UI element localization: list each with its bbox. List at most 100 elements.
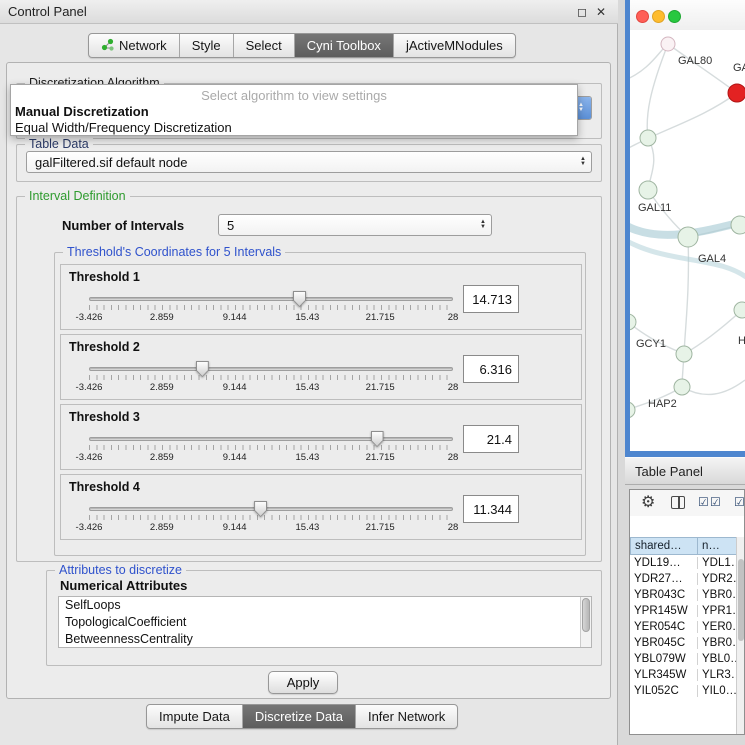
gear-icon[interactable]: ⚙ xyxy=(641,493,655,513)
table-cell[interactable]: YIL0… xyxy=(698,685,738,697)
checkbox-icon[interactable]: ☑ xyxy=(734,494,745,510)
table-data-combobox[interactable]: galFiltered.sif default node ▲▼ xyxy=(26,151,592,173)
slider-track[interactable] xyxy=(89,367,453,371)
threshold-4-slider[interactable]: -3.4262.8599.14415.4321.71528 xyxy=(89,499,453,537)
slider-handle[interactable] xyxy=(293,291,306,307)
table-cell[interactable]: YPR145W xyxy=(630,605,698,617)
table-row[interactable]: YDL19…YDL1… xyxy=(630,555,738,571)
node-label-gal11: GAL11 xyxy=(638,202,671,214)
table-cell[interactable]: YLR3… xyxy=(698,669,738,681)
network-window-titlebar[interactable] xyxy=(630,0,745,30)
node[interactable] xyxy=(640,130,656,146)
threshold-2-label: Threshold 2 xyxy=(69,340,140,354)
node-gal80[interactable] xyxy=(661,37,675,51)
tab-jactivemnodules[interactable]: jActiveMNodules xyxy=(394,34,515,57)
attributes-list-scrollbar[interactable] xyxy=(580,597,591,647)
node-selected-red[interactable] xyxy=(728,84,745,102)
table-row[interactable]: YDR27…YDR2… xyxy=(630,571,738,587)
table-row[interactable]: YIL052CYIL0… xyxy=(630,683,738,699)
column-header-shared-name[interactable]: shared… xyxy=(630,537,698,555)
threshold-1-value-field[interactable] xyxy=(463,285,519,313)
table-cell[interactable]: YBR043C xyxy=(630,589,698,601)
table-row[interactable]: YBR045CYBR0… xyxy=(630,635,738,651)
table-cell[interactable]: YER054C xyxy=(630,621,698,633)
node-label-gcy1: GCY1 xyxy=(636,338,666,350)
tab-impute-data[interactable]: Impute Data xyxy=(147,705,243,728)
node-label-gal4: GAL4 xyxy=(698,253,726,265)
dropdown-prompt: Select algorithm to view settings xyxy=(11,88,577,104)
tab-select[interactable]: Select xyxy=(234,34,295,57)
table-cell[interactable]: YDR27… xyxy=(630,573,698,585)
threshold-3-label: Threshold 3 xyxy=(69,410,140,424)
table-row[interactable]: YBR043CYBR0… xyxy=(630,587,738,603)
table-cell[interactable]: YPR1… xyxy=(698,605,738,617)
slider-ticks xyxy=(89,515,453,520)
node[interactable] xyxy=(734,302,745,318)
table-cell[interactable]: YDL1… xyxy=(698,557,738,569)
table-row[interactable]: YPR145WYPR1… xyxy=(630,603,738,619)
threshold-3-value-field[interactable] xyxy=(463,425,519,453)
close-traffic-light-icon[interactable] xyxy=(636,10,649,23)
table-cell[interactable]: YDL19… xyxy=(630,557,698,569)
slider-track[interactable] xyxy=(89,297,453,301)
table-cell[interactable]: YBR0… xyxy=(698,637,738,649)
num-intervals-combobox[interactable]: 5 ▲▼ xyxy=(218,214,492,236)
network-icon xyxy=(101,38,114,54)
minimize-traffic-light-icon[interactable] xyxy=(652,10,665,23)
table-cell[interactable]: YBR045C xyxy=(630,637,698,649)
network-canvas[interactable]: GAL80 GAL11 GAL4 GCY1 HAP2 GA H xyxy=(630,30,745,451)
checkbox-icon[interactable]: ☑ xyxy=(698,494,709,510)
slider-scale: -3.4262.8599.14415.4321.71528 xyxy=(89,452,453,464)
table-row[interactable]: YLR345WYLR3… xyxy=(630,667,738,683)
slider-handle[interactable] xyxy=(371,431,384,447)
table-scrollbar[interactable] xyxy=(736,537,744,734)
threshold-4-value-field[interactable] xyxy=(463,495,519,523)
tab-network-label: Network xyxy=(119,38,167,53)
close-icon[interactable]: ✕ xyxy=(596,5,606,19)
list-item-selfloops[interactable]: SelfLoops xyxy=(59,597,591,614)
table-panel-body: ⚙ ☑ ☑ ☑ shared… n… YDL19…YDL1… YDR27…YDR… xyxy=(629,489,745,735)
tab-infer-network[interactable]: Infer Network xyxy=(356,705,457,728)
dropdown-option-equal-width[interactable]: Equal Width/Frequency Discretization xyxy=(11,120,577,136)
table-cell[interactable]: YDR2… xyxy=(698,573,738,585)
table-cell[interactable]: YBL079W xyxy=(630,653,698,665)
table-cell[interactable]: YER0… xyxy=(698,621,738,633)
table-cell[interactable]: YIL052C xyxy=(630,685,698,697)
table-cell[interactable]: YBL0… xyxy=(698,653,738,665)
threshold-1-slider[interactable]: -3.4262.8599.14415.4321.71528 xyxy=(89,289,453,327)
slider-handle[interactable] xyxy=(254,501,267,517)
window-buttons: ◻ ✕ xyxy=(577,5,610,19)
slider-handle[interactable] xyxy=(196,361,209,377)
threshold-2-slider[interactable]: -3.4262.8599.14415.4321.71528 xyxy=(89,359,453,397)
table-row[interactable]: YER054CYER0… xyxy=(630,619,738,635)
threshold-3-slider[interactable]: -3.4262.8599.14415.4321.71528 xyxy=(89,429,453,467)
table-data-group-title: Table Data xyxy=(25,137,93,151)
node[interactable] xyxy=(731,216,745,234)
slider-track[interactable] xyxy=(89,437,453,441)
threshold-4-label: Threshold 4 xyxy=(69,480,140,494)
tab-cyni-toolbox[interactable]: Cyni Toolbox xyxy=(295,34,394,57)
checkbox-icon[interactable]: ☑ xyxy=(710,494,721,510)
threshold-2-value-field[interactable] xyxy=(463,355,519,383)
node[interactable] xyxy=(630,402,635,418)
slider-track[interactable] xyxy=(89,507,453,511)
tab-style[interactable]: Style xyxy=(180,34,234,57)
zoom-traffic-light-icon[interactable] xyxy=(668,10,681,23)
node-gal11[interactable] xyxy=(639,181,657,199)
dropdown-option-manual[interactable]: Manual Discretization xyxy=(11,104,577,120)
apply-button[interactable]: Apply xyxy=(268,671,338,694)
table-cell[interactable]: YBR0… xyxy=(698,589,738,601)
node[interactable] xyxy=(676,346,692,362)
column-header-name[interactable]: n… xyxy=(698,537,738,555)
column-selector-icon[interactable] xyxy=(671,496,685,509)
node-gal4[interactable] xyxy=(678,227,698,247)
thresholds-group-title: Threshold's Coordinates for 5 Intervals xyxy=(63,245,285,259)
float-window-icon[interactable]: ◻ xyxy=(577,5,587,19)
tab-discretize-data[interactable]: Discretize Data xyxy=(243,705,356,728)
table-row[interactable]: YBL079WYBL0… xyxy=(630,651,738,667)
list-item-topologicalcoefficient[interactable]: TopologicalCoefficient xyxy=(59,614,591,631)
list-item-betweennesscentrality[interactable]: BetweennessCentrality xyxy=(59,631,591,648)
tab-network[interactable]: Network xyxy=(89,34,180,57)
node-hap2[interactable] xyxy=(674,379,690,395)
table-cell[interactable]: YLR345W xyxy=(630,669,698,681)
